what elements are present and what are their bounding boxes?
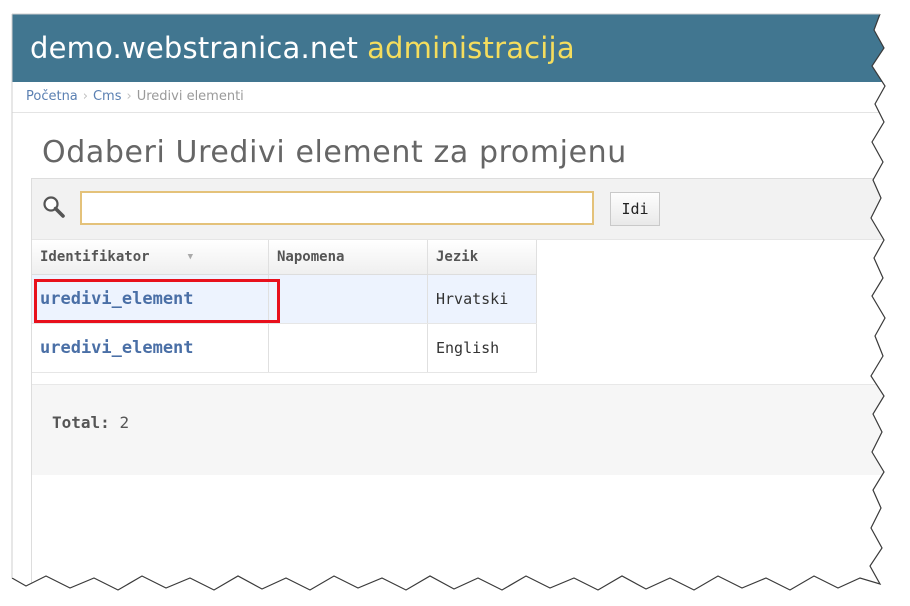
total-value: 2: [119, 413, 130, 432]
column-header-identifikator[interactable]: Identifikator ▼: [32, 240, 269, 275]
search-icon: [43, 196, 65, 218]
breadcrumb-home[interactable]: Početna: [26, 89, 78, 104]
breadcrumb: Početna › Cms › Uredivi elementi: [12, 82, 890, 113]
breadcrumb-separator: ›: [126, 89, 132, 104]
total-label: Total:: [52, 413, 110, 432]
column-header-label: Jezik: [436, 249, 479, 265]
search-toolbar: Idi: [32, 179, 892, 240]
breadcrumb-cms[interactable]: Cms: [93, 89, 122, 104]
column-header-napomena[interactable]: Napomena: [268, 240, 428, 275]
cell-identifikator: uredivi_element: [32, 323, 269, 373]
search-input[interactable]: [80, 191, 594, 225]
changelist: Idi Identifikator ▼ Napomena Jezik urediv…: [31, 178, 892, 599]
identifikator-link[interactable]: uredivi_element: [40, 289, 194, 309]
search-button[interactable]: Idi: [610, 192, 660, 226]
cell-napomena: [268, 323, 428, 373]
breadcrumb-current: Uredivi elementi: [136, 89, 244, 104]
admin-label: administracija: [367, 31, 575, 65]
cell-jezik: Hrvatski: [427, 274, 537, 324]
cell-napomena: [268, 274, 428, 324]
sort-arrow-icon[interactable]: ▼: [188, 252, 193, 262]
identifikator-link[interactable]: uredivi_element: [40, 338, 194, 358]
breadcrumb-separator: ›: [82, 89, 88, 104]
table-row: uredivi_element English: [32, 323, 537, 373]
site-header: demo.webstranica.net administracija: [12, 14, 890, 82]
cell-identifikator: uredivi_element: [32, 274, 269, 324]
results-table: Identifikator ▼ Napomena Jezik uredivi_el…: [32, 240, 537, 373]
total-count: Total: 2: [52, 413, 129, 432]
column-header-jezik[interactable]: Jezik: [427, 240, 537, 275]
column-header-label: Napomena: [277, 249, 345, 265]
table-row: uredivi_element Hrvatski: [32, 274, 537, 324]
table-header-row: Identifikator ▼ Napomena Jezik: [32, 240, 537, 275]
results-footer: Total: 2: [32, 384, 892, 475]
page-title: Odaberi Uredivi element za promjenu: [42, 135, 627, 170]
site-name[interactable]: demo.webstranica.net: [30, 31, 358, 65]
cell-jezik: English: [427, 323, 537, 373]
column-header-label: Identifikator: [40, 249, 150, 265]
